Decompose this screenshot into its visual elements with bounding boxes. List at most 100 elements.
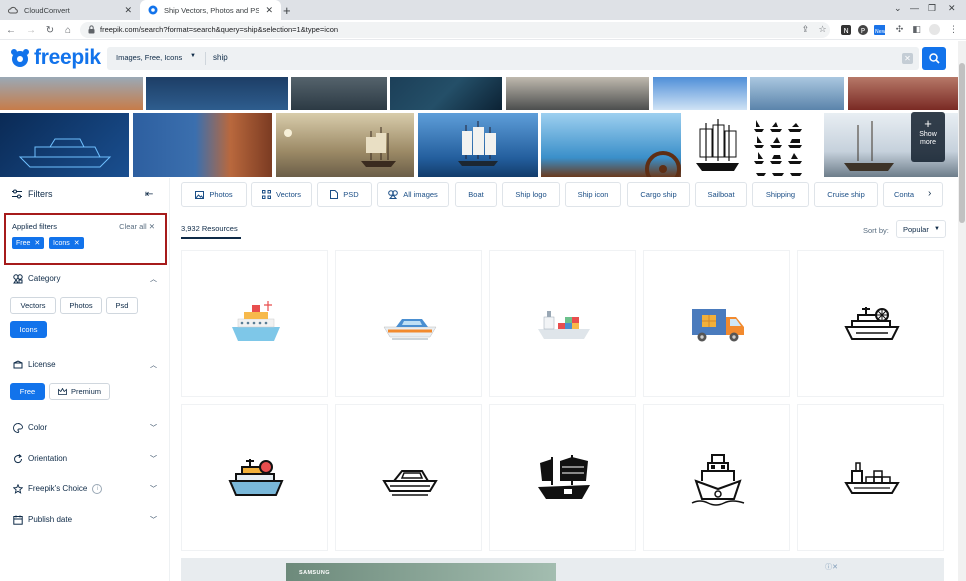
result-card[interactable] [797,250,944,397]
search-type-select[interactable]: Images, Free, Icons [116,53,182,62]
result-card[interactable] [335,404,482,551]
applied-chip-icons[interactable]: Icons ✕ [49,237,84,249]
result-card[interactable] [643,404,790,551]
chevron-down-icon[interactable]: ﹀ [150,515,157,525]
color-section-header[interactable]: Color ﹀ [12,422,157,433]
back-icon[interactable]: ← [4,23,18,37]
tab-cloudconvert[interactable]: CloudConvert ✕ [0,0,140,20]
chip-ship-icon[interactable]: Ship icon [565,182,621,207]
ship-icons-image[interactable] [750,77,844,110]
info-icon[interactable]: i [92,483,103,494]
ship-wheel-image[interactable] [541,113,681,177]
close-window-icon[interactable]: ✕ [948,3,956,14]
chevron-down-icon[interactable]: ﹀ [150,423,157,433]
cargo-hull-image[interactable] [506,77,649,110]
show-more-button[interactable]: + Show more [911,112,945,162]
result-card[interactable] [181,250,328,397]
share-icon[interactable]: ⇪ [800,24,811,35]
new-tab-icon[interactable]: + [283,3,291,18]
result-card[interactable] [335,250,482,397]
new-extension-icon[interactable]: New [874,24,885,35]
category-option-icons[interactable]: Icons [10,321,47,338]
page-scrollbar[interactable] [958,41,966,581]
bookmark-star-icon[interactable]: ☆ [817,24,828,35]
chip-conta[interactable]: Conta [883,182,943,207]
restore-icon[interactable]: ❐ [928,3,936,14]
ad-banner[interactable]: SAMSUNG ⓘ✕ [181,558,944,581]
freepiks-choice-section-header[interactable]: Freepik's Choice i ﹀ [12,483,157,494]
oil-rig-sunset-image[interactable] [0,77,143,110]
tall-ship-image[interactable] [418,113,538,177]
chip-sailboat[interactable]: Sailboat [695,182,747,207]
chip-cruise-ship[interactable]: Cruise ship [814,182,878,207]
tab-freepik[interactable]: Ship Vectors, Photos and PSD fi ✕ [140,0,281,20]
profile-avatar-icon[interactable] [929,24,940,35]
chip-boat[interactable]: Boat [455,182,497,207]
side-panel-icon[interactable]: ◧ [911,24,922,35]
n-extension-icon[interactable]: N [840,24,851,35]
license-icon [12,359,23,370]
red-ship-image[interactable] [848,77,958,110]
result-card[interactable] [489,250,636,397]
home-icon[interactable]: ⌂ [61,23,75,37]
chevron-down-icon[interactable]: ﹀ [150,454,157,464]
result-card[interactable] [643,250,790,397]
license-option-free[interactable]: Free [10,383,45,400]
orientation-section-header[interactable]: Orientation ﹀ [12,453,157,464]
result-card[interactable] [181,404,328,551]
chevron-up-icon[interactable]: ︿ [150,360,157,370]
chevron-down-icon[interactable]: ﹀ [150,484,157,494]
close-tab-icon[interactable]: ✕ [265,5,273,16]
chip-cargo-ship[interactable]: Cargo ship [627,182,690,207]
cruise-ship-aerial-image[interactable] [146,77,288,110]
ad-close-icon[interactable]: ⓘ✕ [825,562,838,572]
scroll-thumb[interactable] [959,63,965,223]
pirate-ships-image[interactable] [276,113,414,177]
reload-icon[interactable]: ↻ [43,23,57,37]
forward-icon[interactable]: → [24,23,38,37]
chip-ship-logo[interactable]: Ship logo [502,182,560,207]
search-button[interactable] [922,47,946,70]
search-input[interactable]: ship [213,53,228,62]
container-ship-image[interactable] [390,77,502,110]
remove-chip-icon[interactable]: ✕ [74,239,80,247]
category-option-vectors[interactable]: Vectors [10,297,56,314]
clear-search-icon[interactable]: ✕ [902,53,913,64]
chevron-down-icon[interactable]: ▼ [190,53,196,59]
publish-date-section-header[interactable]: Publish date ﹀ [12,514,157,525]
result-card[interactable] [797,404,944,551]
sort-select[interactable]: Popular ▼ [896,220,946,238]
chevron-down-icon[interactable]: ⌄ [894,3,902,14]
license-section-header[interactable]: License ︿ [12,359,157,370]
clear-all-button[interactable]: Clear all ✕ [119,222,155,231]
category-option-psd[interactable]: Psd [106,297,138,314]
chevron-right-icon[interactable]: › [928,188,931,199]
chip-vectors[interactable]: Vectors [251,182,312,207]
chip-all-images[interactable]: All images [377,182,449,207]
license-option-premium[interactable]: Premium [49,383,110,400]
browser-menu-icon[interactable]: ⋮ [948,24,959,35]
pinterest-extension-icon[interactable]: P [857,24,868,35]
chevron-up-icon[interactable]: ︿ [150,274,157,284]
freepik-logo[interactable]: freepik [9,46,101,70]
remove-chip-icon[interactable]: ✕ [34,239,40,247]
close-tab-icon[interactable]: ✕ [124,5,132,16]
minimize-icon[interactable]: — [910,3,919,13]
collapse-sidebar-icon[interactable]: ⇤ [145,189,153,200]
category-option-photos[interactable]: Photos [60,297,102,314]
sailing-ship-image[interactable] [291,77,387,110]
puzzle-extensions-icon[interactable]: ✣ [894,24,905,35]
ship-silhouettes-image[interactable] [684,113,820,177]
chip-psd[interactable]: PSD [317,182,372,207]
category-section-header[interactable]: Category ︿ [12,273,157,284]
ship-bow-image[interactable] [133,113,272,177]
headline-cruise-ship-image[interactable] [0,113,129,177]
plus-icon: + [924,116,932,131]
chip-photos[interactable]: Photos [181,182,247,207]
chip-shipping[interactable]: Shipping [752,182,809,207]
address-bar[interactable]: freepik.com/search?format=search&query=s… [80,22,830,38]
license-option-premium-label: Premium [70,387,101,396]
boat-blue-water-image[interactable] [653,77,747,110]
applied-chip-free[interactable]: Free ✕ [12,237,45,249]
result-card[interactable] [489,404,636,551]
